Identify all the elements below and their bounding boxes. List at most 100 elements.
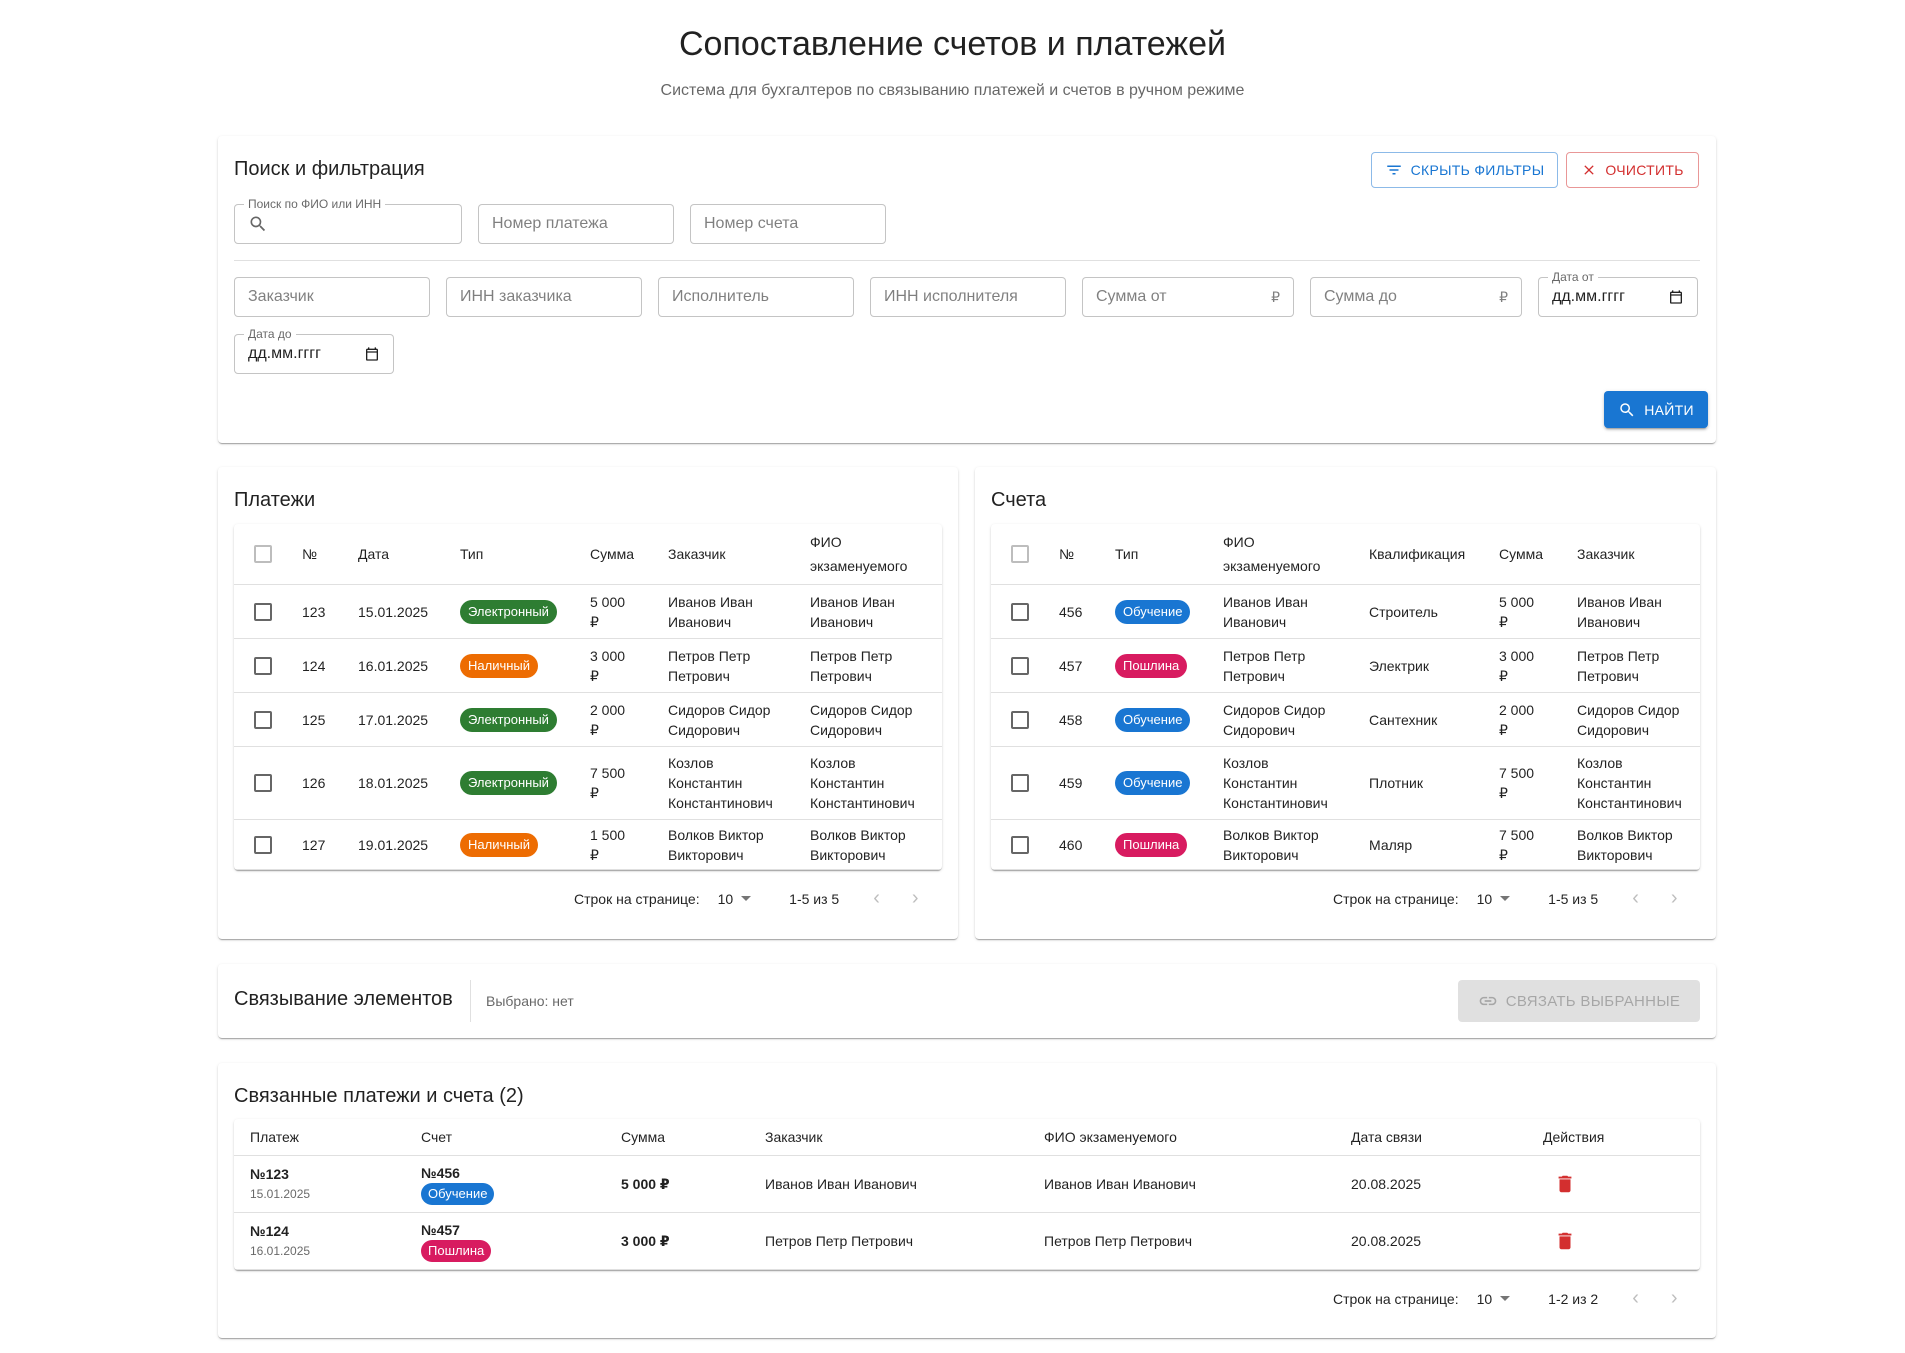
payment-row[interactable]: 125 17.01.2025 Электронный 2 000 ₽ Сидоров Си… [234,693,942,747]
invoice-row[interactable]: 456 Обучение Иванов Иван Иванович Строитель 5… [991,585,1700,639]
text-line: Константин [668,775,743,791]
date-to-value: дд.мм.гггг [248,345,321,362]
sum-currency: ₽ [1499,785,1508,801]
prev-page-icon[interactable]: ‹ [873,887,880,910]
delete-icon[interactable] [1554,1173,1576,1195]
checkbox[interactable] [254,545,272,563]
payment-number-input[interactable]: Номер платежа [478,204,674,244]
customer-inn-input[interactable]: ИНН заказчика [446,277,642,317]
rows-per-page-label: Строк на странице: [574,890,700,907]
text-line: Волков Виктор [1223,826,1319,843]
payment-sum: 1 500 ₽ [590,820,625,869]
payment-row[interactable]: 124 16.01.2025 Наличный 3 000 ₽ Петров Петр Пе… [234,639,942,693]
sum-currency: ₽ [1499,667,1508,684]
filters-card: Поиск и фильтрация Скрыть фильтры Очисти… [218,136,1716,443]
invoice-row[interactable]: 458 Обучение Сидоров Сидор Сидорович Сантехн… [991,693,1700,747]
vertical-divider [470,980,471,1022]
next-page-icon[interactable]: › [912,887,919,910]
payment-num: 127 [302,836,326,853]
sum-to-placeholder: Сумма до [1324,288,1397,305]
type-chip: Обучение [421,1183,495,1205]
prev-page-icon[interactable]: ‹ [1632,1287,1639,1310]
row-checkbox-cell[interactable] [254,693,272,746]
text-line: Константинович [1577,795,1682,811]
select-all-payments[interactable] [254,524,272,584]
text-line: Волков Виктор [1577,826,1673,843]
search-input[interactable]: Поиск по ФИО или ИНН [234,197,462,244]
payment-row[interactable]: 126 18.01.2025 Электронный 7 500 ₽ Козлов Конс… [234,747,942,820]
prev-page-icon[interactable]: ‹ [1632,887,1639,910]
text-line: Константин [1223,775,1298,791]
executor-input[interactable]: Исполнитель [658,277,854,317]
date-from-input[interactable]: Дата от дд.мм.гггг [1538,270,1698,317]
row-checkbox-cell[interactable] [254,639,272,692]
payment-fio: Сидоров Сидор Сидорович [810,693,912,746]
payment-sum: 5 000 ₽ [590,585,625,638]
clear-button[interactable]: Очистить [1566,152,1699,188]
linked-header-row: Платеж Счет Сумма Заказчик ФИО экзаменуе… [234,1119,1700,1156]
text-line: Петрович [810,667,872,684]
invoice-number-input[interactable]: Номер счета [690,204,886,244]
date-to-input[interactable]: Дата до дд.мм.гггг [234,327,394,374]
executor-inn-input[interactable]: ИНН исполнителя [870,277,1066,317]
row-checkbox-cell[interactable] [254,820,272,869]
row-checkbox-cell[interactable] [1011,585,1029,638]
text-line: Константинович [810,795,915,811]
delete-icon[interactable] [1554,1230,1576,1252]
select-all-invoices[interactable] [1011,524,1029,584]
sum-from-input[interactable]: Сумма от ₽ [1082,277,1294,317]
hide-filters-button[interactable]: Скрыть фильтры [1371,152,1558,188]
invoice-customer: Сидоров Сидор Сидорович [1577,693,1679,746]
checkbox[interactable] [254,656,272,675]
row-checkbox-cell[interactable] [1011,693,1029,746]
executor-inn-placeholder: ИНН исполнителя [884,288,1018,305]
payment-date: 19.01.2025 [358,836,429,853]
text-line: Волков Виктор [810,826,906,843]
checkbox[interactable] [1011,710,1029,729]
checkbox[interactable] [1011,656,1029,675]
invoice-number: №456 [421,1165,460,1181]
next-page-icon[interactable]: › [1671,1287,1678,1310]
col-actions: Действия [1543,1129,1605,1145]
type-chip: Обучение [1115,771,1191,795]
checkbox[interactable] [1011,602,1029,621]
invoice-row[interactable]: 457 Пошлина Петров Петр Петрович Электрик 3 0… [991,639,1700,693]
find-button[interactable]: Найти [1604,391,1708,428]
row-checkbox-cell[interactable] [1011,747,1029,819]
invoice-row[interactable]: 459 Обучение Козлов Константин Константинови… [991,747,1700,820]
payment-row[interactable]: 123 15.01.2025 Электронный 5 000 ₽ Иванов Ива… [234,585,942,639]
sum-to-input[interactable]: Сумма до ₽ [1310,277,1522,317]
calendar-icon[interactable] [364,346,380,362]
calendar-icon[interactable] [1668,289,1684,305]
checkbox[interactable] [254,835,272,854]
checkbox[interactable] [254,602,272,621]
invoice-number-placeholder: Номер счета [704,215,799,232]
rows-per-page-select[interactable]: 10 [1477,891,1511,907]
checkbox[interactable] [254,774,272,792]
checkbox[interactable] [1011,774,1029,792]
col-num: № [1059,546,1075,562]
sum-currency: ₽ [1499,613,1508,630]
col-type: Тип [460,546,484,562]
link-selected-button[interactable]: Связать выбранные [1458,980,1700,1022]
payment-row[interactable]: 127 19.01.2025 Наличный 1 500 ₽ Волков Виктор… [234,820,942,870]
invoice-row[interactable]: 460 Пошлина Волков Виктор Викторович Маляр 7 … [991,820,1700,870]
link-selected-label: Связать выбранные [1505,992,1681,1010]
row-checkbox-cell[interactable] [1011,639,1029,692]
row-checkbox-cell[interactable] [1011,820,1029,869]
row-checkbox-cell[interactable] [254,747,272,819]
text-line: Козлов [810,755,856,771]
checkbox[interactable] [254,710,272,729]
payments-header-row: № Дата Тип Сумма Заказчик ФИО экзаменуем… [234,524,942,585]
next-page-icon[interactable]: › [1671,887,1678,910]
checkbox[interactable] [1011,545,1029,563]
invoice-type-cell: Пошлина [1115,639,1188,692]
clear-label: Очистить [1605,162,1684,178]
rows-per-page-select[interactable]: 10 [718,891,752,907]
row-checkbox-cell[interactable] [254,585,272,638]
customer-input[interactable]: Заказчик [234,277,430,317]
checkbox[interactable] [1011,835,1029,854]
rows-per-page-select[interactable]: 10 [1477,1291,1511,1307]
payment-date: 15.01.2025 [358,603,429,620]
col-sum: Сумма [621,1129,665,1145]
